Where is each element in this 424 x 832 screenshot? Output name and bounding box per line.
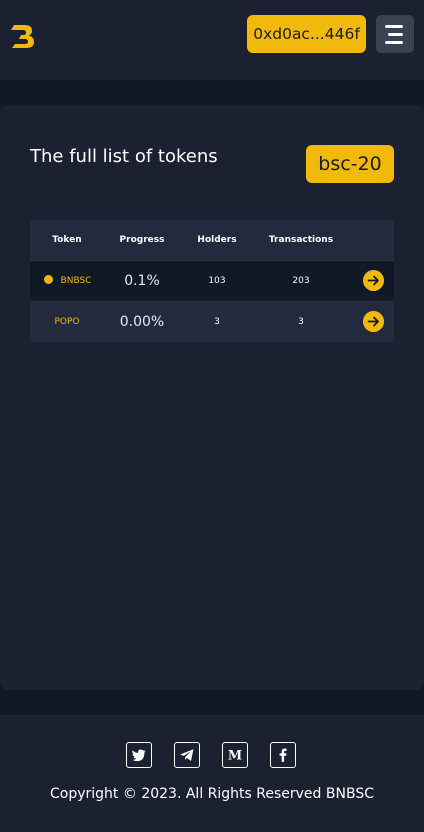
token-name[interactable]: POPO (30, 302, 104, 342)
bnbsc-logo[interactable] (10, 22, 36, 50)
token-progress: 0.1% (124, 273, 160, 289)
footer (0, 715, 424, 832)
telegram-icon[interactable] (174, 742, 200, 768)
medium-icon[interactable]: M (222, 742, 248, 768)
token-name[interactable]: BNBSC (30, 261, 104, 301)
token-holders: 103 (208, 276, 226, 286)
page-title: The full list of tokens (30, 146, 218, 167)
token-holders: 3 (214, 317, 220, 327)
twitter-icon[interactable] (126, 742, 152, 768)
hamburger-menu-icon[interactable] (376, 15, 414, 53)
token-transactions: 3 (298, 317, 304, 327)
token-progress: 0.00% (119, 314, 165, 330)
table-header: Token Progress Holders Transactions (30, 220, 394, 260)
token-list-card (0, 105, 424, 690)
column-header-token: Token (52, 235, 82, 245)
arrow-right-icon[interactable] (363, 270, 384, 291)
svg-text:M: M (228, 749, 242, 764)
arrow-right-icon[interactable] (363, 311, 384, 332)
column-header-progress: Progress (119, 235, 165, 245)
column-header-transactions: Transactions (268, 235, 334, 245)
copyright-text: Copyright © 2023. All Rights Reserved BN… (50, 786, 374, 802)
table-row[interactable]: POPO 0.00% 3 3 (30, 301, 394, 342)
table-row[interactable]: BNBSC 0.1% 103 203 (30, 260, 394, 301)
token-transactions: 203 (292, 276, 310, 286)
column-header-holders: Holders (197, 235, 237, 245)
facebook-icon[interactable] (270, 742, 296, 768)
wallet-address-button[interactable]: 0xd0ac...446f (247, 15, 366, 53)
token-table: Token Progress Holders Transactions BNBS… (30, 220, 394, 342)
token-standard-badge[interactable]: bsc-20 (306, 145, 394, 183)
